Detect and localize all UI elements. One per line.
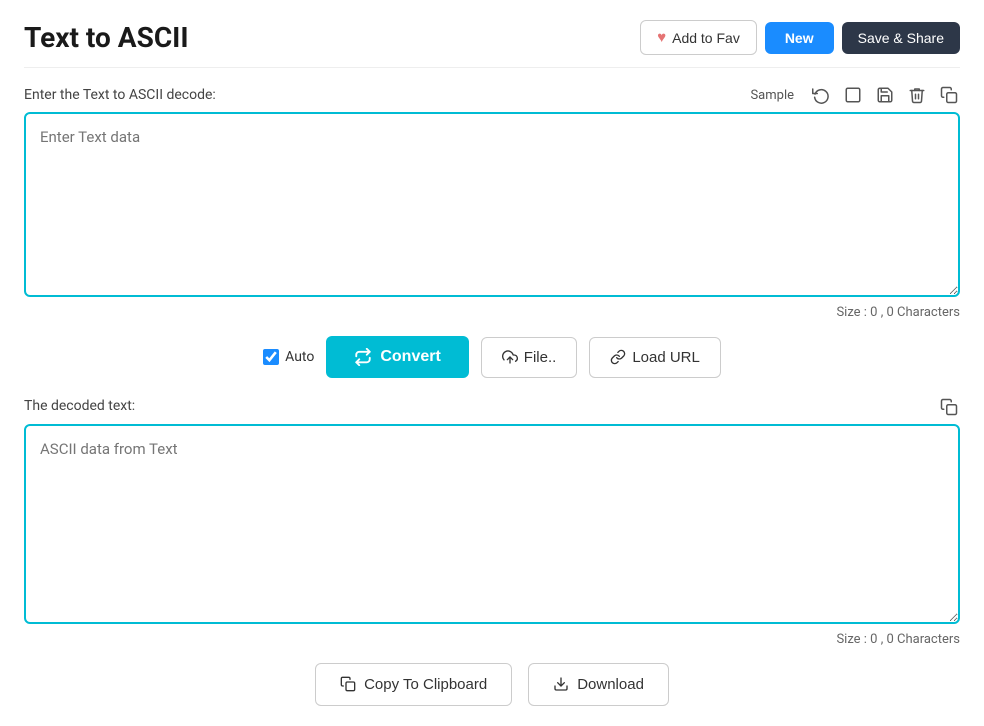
page-title: Text to ASCII (24, 21, 189, 54)
heart-icon: ♥ (657, 29, 666, 46)
header-buttons: ♥ Add to Fav New Save & Share (640, 20, 960, 55)
link-icon (610, 349, 626, 365)
output-label-row: The decoded text: (24, 394, 960, 418)
convert-icon (354, 348, 372, 366)
add-to-fav-button[interactable]: ♥ Add to Fav (640, 20, 757, 55)
copy-output-icon[interactable] (938, 394, 960, 418)
toolbar-icons: Sample (750, 84, 960, 106)
save-share-button[interactable]: Save & Share (842, 22, 960, 54)
auto-checkbox-label[interactable]: Auto (263, 349, 314, 365)
open-file-icon[interactable] (842, 84, 864, 106)
history-icon[interactable] (810, 84, 832, 106)
output-label: The decoded text: (24, 398, 135, 414)
add-to-fav-label: Add to Fav (672, 30, 740, 46)
download-icon (553, 676, 569, 692)
convert-button[interactable]: Convert (326, 336, 468, 378)
output-size-info: Size : 0 , 0 Characters (24, 632, 960, 647)
copy-to-clipboard-label: Copy To Clipboard (364, 676, 487, 693)
text-input[interactable] (24, 112, 960, 297)
clipboard-icon (340, 676, 356, 692)
header: Text to ASCII ♥ Add to Fav New Save & Sh… (24, 20, 960, 68)
file-label: File.. (524, 349, 557, 366)
input-size-info: Size : 0 , 0 Characters (24, 305, 960, 320)
copy-input-icon[interactable] (938, 84, 960, 106)
controls-row: Auto Convert File.. Load URL (24, 336, 960, 378)
file-button[interactable]: File.. (481, 337, 578, 378)
convert-label: Convert (380, 348, 440, 366)
bottom-buttons: Copy To Clipboard Download (24, 663, 960, 706)
sample-label[interactable]: Sample (750, 88, 794, 103)
load-url-label: Load URL (632, 349, 700, 366)
copy-to-clipboard-button[interactable]: Copy To Clipboard (315, 663, 512, 706)
auto-label: Auto (285, 349, 314, 365)
auto-checkbox[interactable] (263, 349, 279, 365)
download-button[interactable]: Download (528, 663, 669, 706)
save-icon[interactable] (874, 84, 896, 106)
download-label: Download (577, 676, 644, 693)
load-url-button[interactable]: Load URL (589, 337, 721, 378)
delete-icon[interactable] (906, 84, 928, 106)
input-label-row: Enter the Text to ASCII decode: Sample (24, 84, 960, 106)
upload-icon (502, 349, 518, 365)
new-button[interactable]: New (765, 22, 834, 54)
input-label: Enter the Text to ASCII decode: (24, 87, 216, 103)
output-textarea[interactable] (24, 424, 960, 624)
